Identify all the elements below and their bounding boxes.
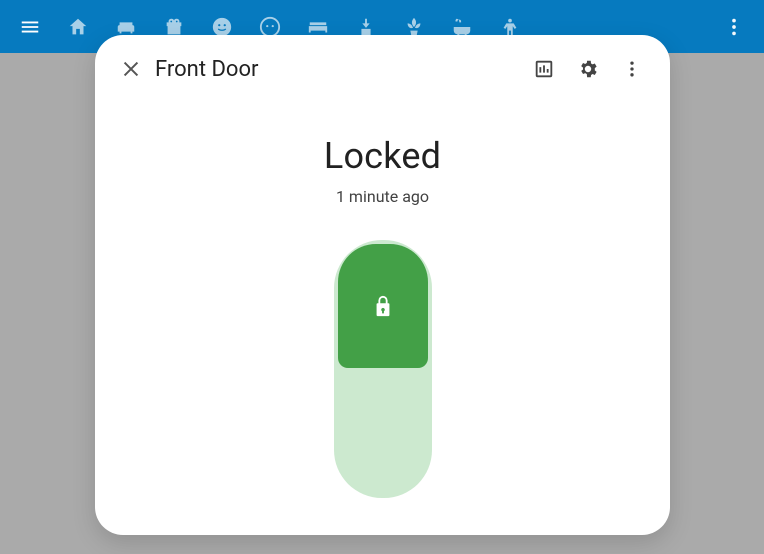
lock-icon [372,293,394,319]
close-button[interactable] [111,49,151,89]
lock-toggle[interactable] [334,240,432,498]
dialog-title: Front Door [155,57,258,82]
appbar-more-icon[interactable] [714,7,754,47]
more-button[interactable] [610,49,654,89]
device-dialog: Front Door Locked 1 minute ago [95,35,670,535]
menu-icon[interactable] [10,7,50,47]
dialog-header: Front Door [95,35,670,103]
dialog-content: Locked 1 minute ago [95,103,670,535]
lock-elapsed: 1 minute ago [336,187,429,206]
lock-thumb[interactable] [338,244,428,368]
lock-status: Locked [324,135,441,177]
settings-button[interactable] [566,49,610,89]
history-button[interactable] [522,49,566,89]
home-icon[interactable] [58,7,98,47]
